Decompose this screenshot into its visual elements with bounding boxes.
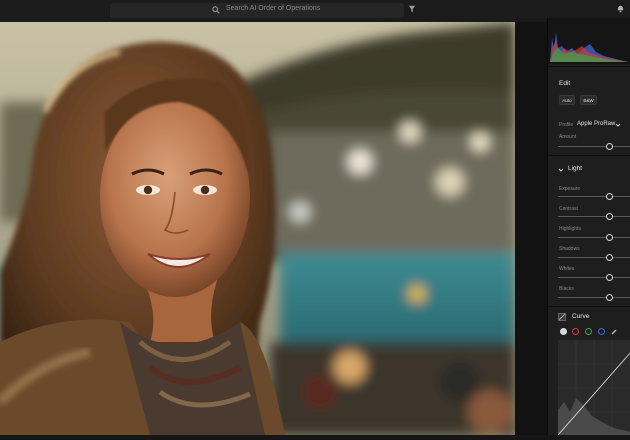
slider-thumb[interactable] bbox=[606, 254, 613, 261]
exposure-slider[interactable] bbox=[558, 193, 630, 201]
eyedropper-icon[interactable] bbox=[611, 328, 618, 335]
blue-channel-dot[interactable] bbox=[598, 328, 605, 335]
amount-label: Amount bbox=[559, 134, 577, 140]
divider bbox=[548, 66, 630, 67]
whites-label: Whites bbox=[559, 266, 575, 272]
profile-dropdown[interactable]: Apple ProRaw bbox=[577, 121, 615, 127]
white-channel-dot[interactable] bbox=[560, 328, 567, 335]
portrait-photo bbox=[0, 22, 515, 435]
search-icon bbox=[212, 6, 220, 14]
slider-thumb[interactable] bbox=[606, 213, 613, 220]
point-curve-icon[interactable] bbox=[558, 313, 566, 321]
highlights-slider[interactable] bbox=[558, 234, 630, 242]
shadows-label: Shadows bbox=[559, 246, 580, 252]
whites-slider[interactable] bbox=[558, 274, 630, 282]
curve-title: Curve bbox=[572, 313, 590, 320]
filter-icon[interactable] bbox=[408, 5, 416, 13]
tone-curve-graph[interactable] bbox=[557, 340, 630, 436]
divider bbox=[548, 306, 630, 307]
amount-slider[interactable] bbox=[558, 143, 630, 151]
highlights-label: Highlights bbox=[559, 226, 581, 232]
red-channel-dot[interactable] bbox=[572, 328, 579, 335]
edit-panel: Edit Auto B&W Profile Apple ProRaw Amoun… bbox=[547, 18, 630, 436]
auto-button[interactable]: Auto bbox=[559, 95, 575, 105]
histogram bbox=[548, 18, 630, 64]
contrast-slider[interactable] bbox=[558, 213, 630, 221]
edit-title: Edit bbox=[559, 80, 571, 87]
slider-thumb[interactable] bbox=[606, 143, 613, 150]
bw-button[interactable]: B&W bbox=[580, 95, 597, 105]
blacks-slider[interactable] bbox=[558, 294, 630, 302]
search-input[interactable]: Search AI Order of Operations bbox=[226, 5, 320, 12]
top-bar: Search AI Order of Operations bbox=[0, 0, 630, 23]
chevron-down-icon[interactable] bbox=[558, 167, 564, 173]
exposure-label: Exposure bbox=[559, 186, 581, 192]
slider-thumb[interactable] bbox=[606, 274, 613, 281]
blacks-label: Blacks bbox=[559, 286, 574, 292]
light-title: Light bbox=[568, 165, 583, 172]
slider-thumb[interactable] bbox=[606, 294, 613, 301]
divider bbox=[548, 155, 630, 156]
chevron-down-icon[interactable] bbox=[615, 122, 621, 128]
slider-thumb[interactable] bbox=[606, 234, 613, 241]
photo-canvas[interactable] bbox=[0, 22, 515, 435]
profile-label: Profile bbox=[559, 122, 574, 128]
search-bar[interactable]: Search AI Order of Operations bbox=[110, 3, 404, 18]
green-channel-dot[interactable] bbox=[585, 328, 592, 335]
shadows-slider[interactable] bbox=[558, 254, 630, 262]
contrast-label: Contrast bbox=[559, 206, 578, 212]
slider-thumb[interactable] bbox=[606, 193, 613, 200]
panel-gutter bbox=[515, 22, 547, 435]
bell-icon[interactable] bbox=[616, 4, 625, 13]
